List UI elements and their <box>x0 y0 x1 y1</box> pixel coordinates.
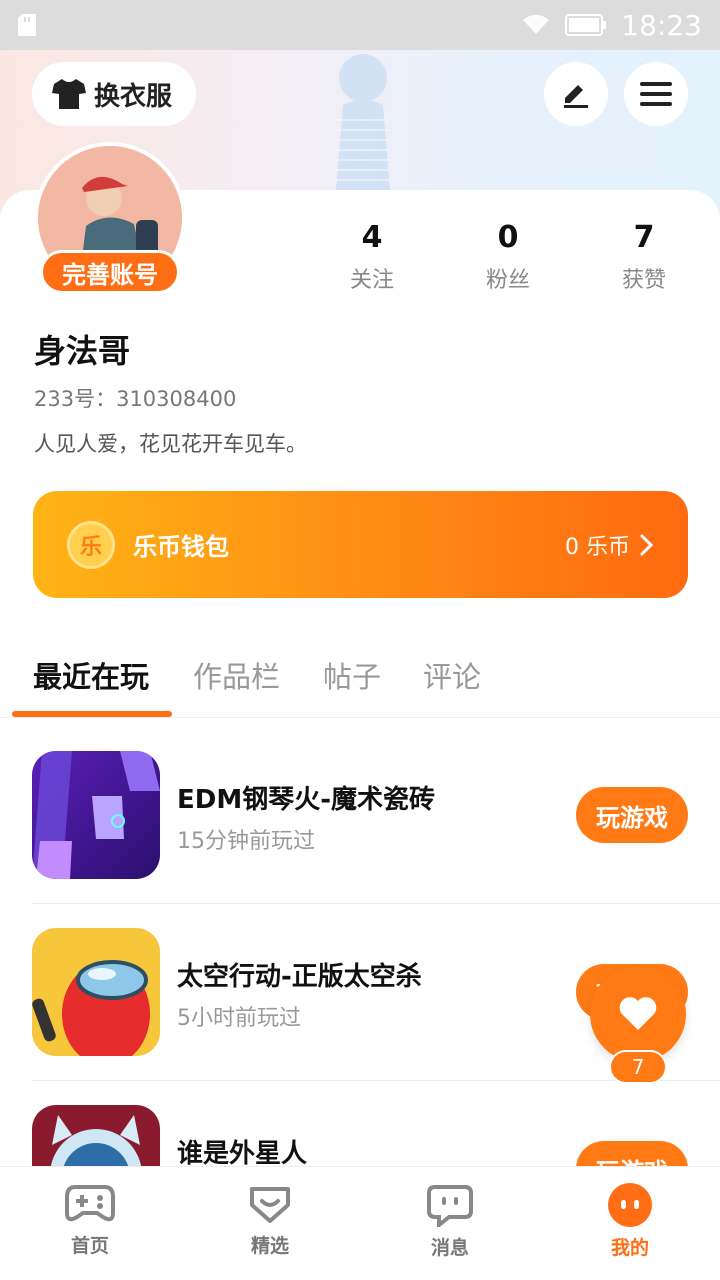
avatar-3d-figure <box>336 54 390 190</box>
battery-icon <box>565 14 607 36</box>
profile-face-icon <box>608 1183 652 1227</box>
list-item[interactable]: EDM钢琴火-魔术瓷砖 15分钟前玩过 玩游戏 <box>32 751 688 879</box>
wallet-balance-value: 0 乐币 <box>565 534 630 560</box>
nav-me-label: 我的 <box>610 1237 649 1259</box>
tab-recent-play[interactable]: 最近在玩 <box>33 654 149 696</box>
bottom-nav: 首页 精选 消息 我的 <box>0 1166 720 1280</box>
heart-icon <box>619 997 657 1030</box>
stat-likes-value: 7 <box>633 220 655 255</box>
wallet-card[interactable]: 乐 乐币钱包 0 乐币 <box>33 491 688 598</box>
status-bar: 18:23 <box>0 0 720 50</box>
tab-works[interactable]: 作品栏 <box>193 654 280 696</box>
game-icon-space <box>32 928 160 1056</box>
like-float-button[interactable] <box>590 966 686 1062</box>
username: 身法哥 <box>34 332 131 370</box>
stat-following[interactable]: 4 关注 <box>304 218 440 294</box>
gamepad-icon <box>65 1185 115 1222</box>
complete-account-badge[interactable]: 完善账号 <box>40 250 180 294</box>
nav-home[interactable]: 首页 <box>0 1167 180 1280</box>
menu-button[interactable] <box>624 62 688 126</box>
wifi-icon <box>523 14 550 34</box>
nav-featured-label: 精选 <box>250 1235 289 1257</box>
nav-messages[interactable]: 消息 <box>360 1167 540 1280</box>
change-outfit-label: 换衣服 <box>94 81 173 112</box>
game-last-played: 5小时前玩过 <box>177 1006 301 1031</box>
nav-messages-label: 消息 <box>430 1237 469 1259</box>
stat-likes[interactable]: 7 获赞 <box>576 218 712 294</box>
menu-icon <box>640 82 672 106</box>
play-game-button[interactable]: 玩游戏 <box>576 787 688 843</box>
chevron-right-icon <box>640 534 654 555</box>
coin-icon: 乐 <box>67 520 115 569</box>
active-tab-indicator <box>12 711 172 717</box>
stat-fans-label: 粉丝 <box>485 268 530 293</box>
list-item[interactable]: 太空行动-正版太空杀 5小时前玩过 玩游戏 <box>32 928 688 1056</box>
profile-tabs: 最近在玩 作品栏 帖子 评论 <box>0 648 720 718</box>
game-last-played: 15分钟前玩过 <box>177 829 315 854</box>
status-time: 18:23 <box>621 8 702 42</box>
edit-button[interactable] <box>544 62 608 126</box>
game-name: EDM钢琴火-魔术瓷砖 <box>177 785 436 815</box>
game-icon-piano <box>32 751 160 879</box>
like-count-badge: 7 <box>609 1050 667 1084</box>
nav-home-label: 首页 <box>70 1235 109 1257</box>
change-outfit-button[interactable]: 换衣服 <box>32 62 196 126</box>
wallet-title: 乐币钱包 <box>133 533 229 561</box>
tshirt-icon <box>52 79 86 109</box>
user-id: 233号：310308400 <box>34 387 237 411</box>
game-name: 谁是外星人 <box>177 1139 308 1169</box>
nav-me[interactable]: 我的 <box>540 1167 720 1280</box>
divider <box>32 903 720 904</box>
stat-following-label: 关注 <box>349 268 394 293</box>
tab-posts[interactable]: 帖子 <box>323 654 381 696</box>
tab-comments[interactable]: 评论 <box>423 654 481 696</box>
wallet-balance: 0 乐币 <box>565 529 654 561</box>
stat-fans[interactable]: 0 粉丝 <box>440 218 576 294</box>
message-icon <box>427 1185 473 1227</box>
profile-stats: 4 关注 0 粉丝 7 获赞 <box>304 218 712 294</box>
stat-fans-value: 0 <box>497 220 519 255</box>
nav-featured[interactable]: 精选 <box>180 1167 360 1280</box>
edit-pen-icon <box>564 85 588 108</box>
stat-likes-label: 获赞 <box>621 268 666 293</box>
game-name: 太空行动-正版太空杀 <box>177 962 422 992</box>
stat-following-value: 4 <box>361 220 383 255</box>
sd-card-icon <box>18 14 36 36</box>
user-bio: 人见人爱，花见花开车见车。 <box>34 432 307 456</box>
heart-chat-icon <box>250 1187 290 1223</box>
